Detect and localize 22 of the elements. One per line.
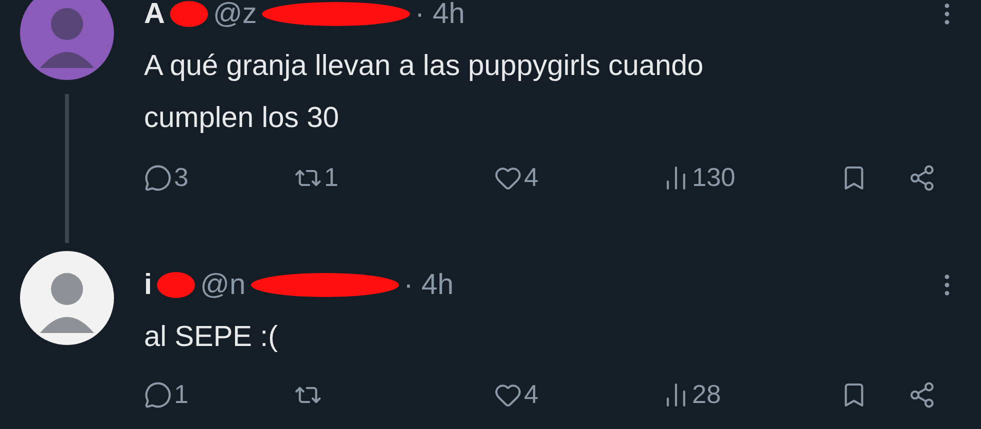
repost-count: 1 — [324, 162, 338, 193]
like-count: 4 — [524, 379, 538, 410]
redaction-mark — [168, 0, 209, 29]
reply-count: 1 — [174, 379, 188, 410]
post-time: · 4h — [414, 0, 465, 30]
view-count: 130 — [692, 162, 736, 193]
post-time: · 4h — [404, 268, 454, 302]
reply-icon[interactable] — [144, 380, 172, 409]
reply-count: 3 — [174, 162, 188, 193]
post-text: A qué granja llevan a las puppygirls cuando cumplen los 30 — [144, 49, 704, 136]
share-icon[interactable] — [908, 164, 936, 192]
share-icon[interactable] — [908, 380, 936, 409]
display-name[interactable]: A — [144, 0, 165, 30]
post-text: al SEPE :( — [144, 320, 279, 356]
user-handle[interactable]: @n — [200, 268, 246, 302]
reply-icon[interactable] — [144, 164, 172, 192]
like-count: 4 — [524, 162, 538, 193]
redaction-mark — [156, 270, 196, 300]
user-handle[interactable]: @z — [212, 0, 257, 30]
avatar[interactable] — [20, 251, 114, 346]
display-name[interactable]: i — [144, 268, 152, 302]
view-count: 28 — [692, 379, 721, 410]
